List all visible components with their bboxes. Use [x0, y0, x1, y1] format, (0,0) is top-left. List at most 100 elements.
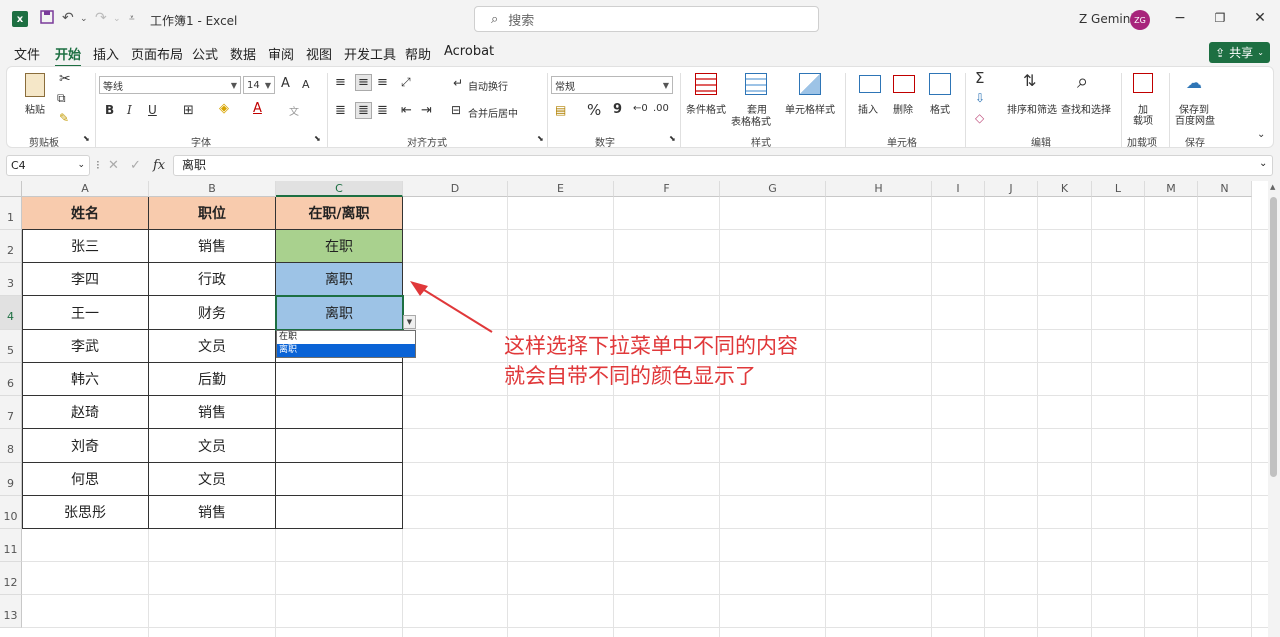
format-cells-icon[interactable]	[929, 73, 951, 95]
column-header-j[interactable]: J	[985, 181, 1038, 197]
conditional-format-icon[interactable]	[695, 73, 717, 95]
grow-font-icon[interactable]: A	[281, 76, 290, 91]
table-cell[interactable]: 李武	[22, 330, 149, 363]
clear-icon[interactable]: ◇	[975, 111, 984, 125]
table-cell[interactable]: 销售	[149, 496, 276, 529]
header-cell[interactable]: 在职/离职	[276, 197, 403, 230]
cell-styles-icon[interactable]	[799, 73, 821, 95]
decrease-decimal-icon[interactable]: .00	[653, 103, 669, 114]
enter-icon[interactable]: ✓	[130, 158, 141, 173]
close-icon[interactable]: ✕	[1250, 8, 1270, 28]
copy-icon[interactable]: ⧉	[57, 91, 66, 106]
table-cell[interactable]: 财务	[149, 296, 276, 330]
format-cells-button[interactable]: 格式	[930, 101, 950, 116]
column-header-h[interactable]: H	[826, 181, 932, 197]
row-header-6[interactable]: 6	[0, 363, 22, 396]
font-name-select[interactable]: 等线 ▼	[99, 76, 241, 94]
fill-icon[interactable]: ⇩	[975, 91, 985, 105]
table-cell[interactable]: 文员	[149, 429, 276, 463]
select-all-corner[interactable]	[0, 181, 22, 197]
paste-icon[interactable]	[25, 73, 45, 97]
avatar[interactable]: ZG	[1130, 10, 1150, 30]
wrap-text-icon[interactable]: ↵	[453, 76, 463, 90]
insert-function-button[interactable]: fx	[153, 158, 165, 173]
menu-formulas[interactable]: 公式	[192, 44, 218, 63]
cancel-icon[interactable]: ✕	[108, 158, 119, 173]
row-header-5[interactable]: 5	[0, 330, 22, 363]
menu-acrobat[interactable]: Acrobat	[444, 44, 494, 59]
column-header-k[interactable]: K	[1038, 181, 1092, 197]
undo-dropdown-icon[interactable]: ⌄	[80, 14, 88, 24]
table-cell[interactable]: 离职	[276, 263, 403, 296]
table-cell[interactable]: 销售	[149, 230, 276, 263]
menu-view[interactable]: 视图	[306, 44, 332, 63]
table-cell[interactable]: 后勤	[149, 363, 276, 396]
alignment-launcher-icon[interactable]: ⬊	[537, 134, 544, 143]
format-as-table-label2[interactable]: 表格格式	[731, 113, 771, 128]
share-button[interactable]: ⇪ 共享 ⌄	[1209, 42, 1270, 63]
align-bottom-icon[interactable]: ≡	[377, 75, 388, 90]
table-cell[interactable]	[276, 496, 403, 529]
table-cell[interactable]: 文员	[149, 463, 276, 496]
formula-input[interactable]: 离职	[173, 155, 1273, 176]
menu-page-layout[interactable]: 页面布局	[131, 44, 183, 63]
row-header-11[interactable]: 11	[0, 529, 22, 562]
increase-indent-icon[interactable]: ⇥	[421, 103, 432, 118]
table-cell[interactable]: 何思	[22, 463, 149, 496]
name-box[interactable]: C4 ⌄	[6, 155, 90, 176]
row-header-7[interactable]: 7	[0, 396, 22, 429]
menu-file[interactable]: 文件	[14, 44, 40, 63]
table-cell[interactable]: 赵琦	[22, 396, 149, 429]
format-as-table-icon[interactable]	[745, 73, 767, 95]
insert-cells-button[interactable]: 插入	[858, 101, 878, 116]
row-header-10[interactable]: 10	[0, 496, 22, 529]
table-cell[interactable]: 李四	[22, 263, 149, 296]
shrink-font-icon[interactable]: A	[302, 78, 310, 91]
table-cell[interactable]	[276, 463, 403, 496]
conditional-format-button[interactable]: 条件格式	[686, 101, 726, 116]
table-cell[interactable]: 韩六	[22, 363, 149, 396]
menu-data[interactable]: 数据	[230, 44, 256, 63]
redo-icon[interactable]: ↷	[95, 10, 107, 26]
row-header-9[interactable]: 9	[0, 463, 22, 496]
cell-styles-button[interactable]: 单元格样式	[785, 101, 835, 116]
column-header-c[interactable]: C	[276, 181, 403, 197]
merge-center-icon[interactable]: ⊟	[451, 103, 461, 117]
column-header-a[interactable]: A	[22, 181, 149, 197]
column-header-l[interactable]: L	[1092, 181, 1145, 197]
table-cell[interactable]: 张三	[22, 230, 149, 263]
fill-color-icon[interactable]: ◈	[219, 101, 229, 116]
table-cell[interactable]	[276, 396, 403, 429]
header-cell[interactable]: 姓名	[22, 197, 149, 230]
delete-cells-button[interactable]: 删除	[893, 101, 913, 116]
delete-cells-icon[interactable]	[893, 75, 915, 93]
align-left-icon[interactable]: ≣	[335, 103, 346, 118]
addins-label2[interactable]: 载项	[1133, 112, 1153, 127]
vertical-scrollbar[interactable]: ▲	[1268, 181, 1280, 637]
column-header-i[interactable]: I	[932, 181, 985, 197]
menu-developer[interactable]: 开发工具	[344, 44, 396, 63]
clipboard-launcher-icon[interactable]: ⬊	[83, 134, 90, 143]
customize-qat-icon[interactable]: ⩡	[129, 13, 135, 24]
find-select-button[interactable]: 查找和选择	[1061, 101, 1111, 116]
addins-icon[interactable]	[1133, 73, 1153, 93]
align-center-icon[interactable]: ≣	[355, 102, 372, 119]
underline-button[interactable]: U	[148, 103, 157, 117]
search-input[interactable]: ⌕ 搜索	[474, 6, 819, 32]
table-cell[interactable]	[276, 429, 403, 463]
table-cell[interactable]: 在职	[276, 230, 403, 263]
column-header-b[interactable]: B	[149, 181, 276, 197]
merge-center-button[interactable]: 合并后居中	[468, 105, 518, 120]
more-options-icon[interactable]: ⁝	[96, 158, 100, 172]
dropdown-option[interactable]: 在职	[277, 331, 415, 344]
table-cell[interactable]: 行政	[149, 263, 276, 296]
table-cell[interactable]: 文员	[149, 330, 276, 363]
font-launcher-icon[interactable]: ⬊	[314, 134, 321, 143]
paste-label[interactable]: 粘贴	[25, 101, 45, 116]
align-right-icon[interactable]: ≣	[377, 103, 388, 118]
percent-button[interactable]: %	[587, 101, 601, 119]
table-cell[interactable]: 销售	[149, 396, 276, 429]
phonetic-icon[interactable]: 文	[289, 103, 299, 118]
decrease-indent-icon[interactable]: ⇤	[401, 103, 412, 118]
insert-cells-icon[interactable]	[859, 75, 881, 93]
